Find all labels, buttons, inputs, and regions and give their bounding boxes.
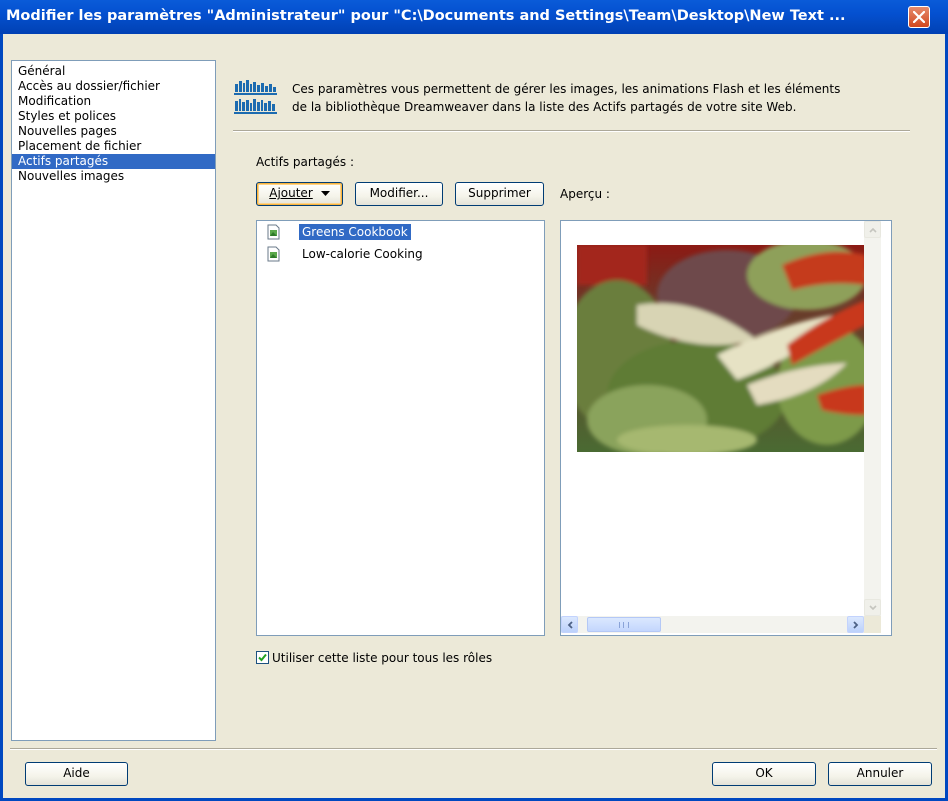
category-new-images[interactable]: Nouvelles images [12,169,215,184]
add-button-label: Ajouter [269,186,313,200]
info-description: Ces paramètres vous permettent de gérer … [292,80,912,116]
chevron-right-icon [853,621,859,629]
category-shared-assets[interactable]: Actifs partagés [12,154,215,169]
title-bar: Modifier les paramètres "Administrateur"… [0,0,948,34]
asset-item-label: Greens Cookbook [299,224,411,240]
header-separator [233,130,910,132]
chevron-down-icon [320,191,330,196]
salad-photo [577,245,866,452]
footer-separator [10,748,937,750]
vertical-scrollbar[interactable] [864,221,881,616]
preview-pane [560,220,892,636]
cancel-button[interactable]: Annuler [828,762,932,786]
category-file-placement[interactable]: Placement de fichier [12,139,215,154]
assets-label: Actifs partagés : [256,155,354,169]
chevron-left-icon [567,621,573,629]
close-button[interactable] [908,6,930,28]
asset-image-icon [267,246,280,262]
asset-item-label: Low-calorie Cooking [302,247,423,261]
category-styles-fonts[interactable]: Styles et polices [12,109,215,124]
help-button[interactable]: Aide [25,762,128,786]
scrollbar-corner [864,616,881,633]
category-list[interactable]: Général Accès au dossier/fichier Modific… [11,60,216,741]
ok-button[interactable]: OK [712,762,816,786]
list-item[interactable]: Low-calorie Cooking [257,243,544,265]
scroll-down-button[interactable] [864,599,881,616]
add-button[interactable]: Ajouter [256,182,343,206]
scroll-left-button[interactable] [561,616,578,633]
delete-button[interactable]: Supprimer [455,182,544,206]
preview-image [577,245,866,452]
close-icon [913,11,925,23]
checkbox-label[interactable]: Utiliser cette liste pour tous les rôles [272,651,492,665]
chevron-up-icon [869,227,877,233]
preview-label: Aperçu : [560,187,610,201]
scroll-thumb[interactable] [587,617,661,632]
category-general[interactable]: Général [12,64,215,79]
checkmark-icon [258,653,267,662]
category-new-pages[interactable]: Nouvelles pages [12,124,215,139]
edit-button[interactable]: Modifier... [355,182,443,206]
category-file-access[interactable]: Accès au dossier/fichier [12,79,215,94]
info-line-1: Ces paramètres vous permettent de gérer … [292,82,841,96]
assets-list[interactable]: Greens Cookbook Low-calorie Cooking [256,220,545,636]
category-editing[interactable]: Modification [12,94,215,109]
scroll-right-button[interactable] [847,616,864,633]
library-icon [234,80,277,114]
info-line-2: de la bibliothèque Dreamweaver dans la l… [292,100,797,114]
window-title: Modifier les paramètres "Administrateur"… [6,8,846,24]
list-item[interactable]: Greens Cookbook [257,221,544,243]
scroll-up-button[interactable] [864,221,881,238]
chevron-down-icon [869,605,877,611]
use-list-for-all-roles-checkbox[interactable] [256,651,269,664]
horizontal-scrollbar[interactable] [561,616,864,633]
asset-image-icon [267,224,280,240]
